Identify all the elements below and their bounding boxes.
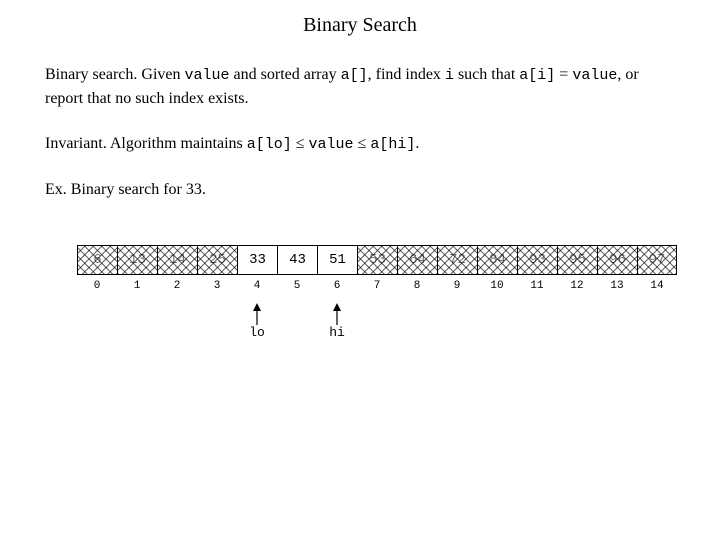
array-cell: 97 (637, 245, 677, 275)
example-paragraph: Ex. Binary search for 33. (45, 178, 675, 201)
pointer-row: lo hi (77, 303, 677, 340)
p1-c4: a[i] (519, 67, 555, 84)
array-cell: 95 (557, 245, 597, 275)
array-index: 3 (197, 275, 237, 297)
array-index: 9 (437, 275, 477, 297)
array-index: 10 (477, 275, 517, 297)
p2-le2: ≤ (354, 135, 371, 152)
p1-t1: Given (137, 66, 184, 83)
p1-t4: such that (454, 66, 519, 83)
pointer-spacer (597, 303, 637, 340)
pointer-spacer (357, 303, 397, 340)
pointer-spacer (477, 303, 517, 340)
invariant-paragraph: Invariant. Algorithm maintains a[lo] ≤ v… (45, 132, 675, 156)
p2-c2: value (309, 136, 354, 153)
array-cell: 13 (117, 245, 157, 275)
array-index: 4 (237, 275, 277, 297)
array-cell: 51 (317, 245, 357, 275)
pointer-spacer (437, 303, 477, 340)
lo-label: lo (249, 325, 265, 340)
p2-lead: Invariant. (45, 135, 107, 152)
p1-t5: = (555, 66, 572, 83)
array-cell: 84 (477, 245, 517, 275)
array-index: 12 (557, 275, 597, 297)
array-diagram: 61314253343515364728493959697 0123456789… (77, 245, 677, 340)
array-cell: 72 (437, 245, 477, 275)
array-cell: 53 (357, 245, 397, 275)
array-index: 1 (117, 275, 157, 297)
pointer-spacer (637, 303, 677, 340)
array-index: 2 (157, 275, 197, 297)
array-index: 6 (317, 275, 357, 297)
pointer-spacer (117, 303, 157, 340)
array-index: 13 (597, 275, 637, 297)
array-indices-row: 01234567891011121314 (77, 275, 677, 297)
pointer-spacer (157, 303, 197, 340)
array-cell: 14 (157, 245, 197, 275)
pointer-spacer (277, 303, 317, 340)
p2-c3: a[hi] (370, 136, 415, 153)
array-cell: 33 (237, 245, 277, 275)
array-index: 8 (397, 275, 437, 297)
array-cell: 6 (77, 245, 117, 275)
p2-t2: . (415, 135, 419, 152)
pointer-spacer (77, 303, 117, 340)
pointer-spacer (557, 303, 597, 340)
slide: Binary Search Binary search. Given value… (0, 0, 720, 340)
array-index: 0 (77, 275, 117, 297)
array-cell: 96 (597, 245, 637, 275)
array-cell: 43 (277, 245, 317, 275)
array-cell: 25 (197, 245, 237, 275)
p1-t3: , find index (368, 66, 445, 83)
p1-t2: and sorted array (230, 66, 341, 83)
lo-pointer: lo (237, 303, 277, 340)
page-title: Binary Search (45, 14, 675, 37)
pointer-spacer (197, 303, 237, 340)
p1-lead: Binary search. (45, 66, 137, 83)
array-cell: 64 (397, 245, 437, 275)
p2-le1: ≤ (292, 135, 309, 152)
array-values-row: 61314253343515364728493959697 (77, 245, 677, 275)
pointer-spacer (517, 303, 557, 340)
definition-paragraph: Binary search. Given value and sorted ar… (45, 63, 675, 110)
array-index: 11 (517, 275, 557, 297)
p1-c1: value (185, 67, 230, 84)
hi-label: hi (329, 325, 345, 340)
p1-c3: i (445, 67, 454, 84)
p2-t1: Algorithm maintains (107, 135, 247, 152)
p3-lead: Ex. (45, 181, 67, 198)
p2-c1: a[lo] (247, 136, 292, 153)
array-index: 5 (277, 275, 317, 297)
pointer-spacer (397, 303, 437, 340)
hi-pointer: hi (317, 303, 357, 340)
p1-c2: a[] (341, 67, 368, 84)
array-index: 7 (357, 275, 397, 297)
array-cell: 93 (517, 245, 557, 275)
p1-c5: value (572, 67, 617, 84)
p3-t1: Binary search for 33. (67, 181, 206, 198)
array-index: 14 (637, 275, 677, 297)
